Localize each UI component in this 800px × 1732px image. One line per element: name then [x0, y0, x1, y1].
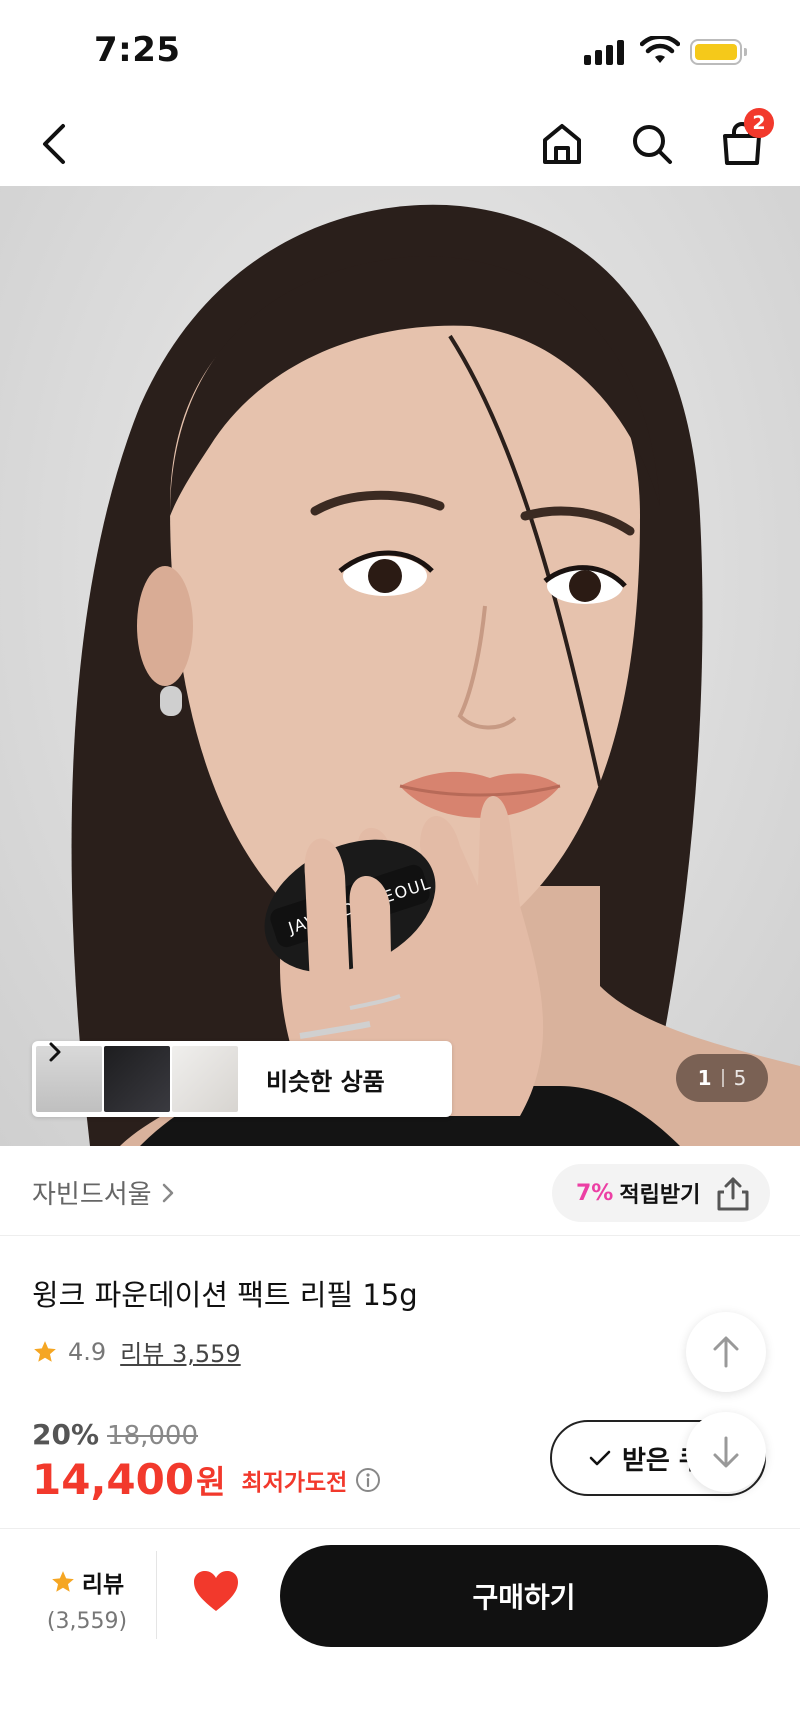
bottom-action-bar: 리뷰 (3,559) 구매하기: [0, 1528, 800, 1732]
chevron-right-icon: [49, 1042, 61, 1062]
similar-products-button[interactable]: 비슷한 상품: [32, 1041, 452, 1117]
battery-icon: [690, 39, 747, 65]
similar-product-thumbnail: [104, 1046, 170, 1112]
wifi-icon: [640, 36, 680, 63]
home-icon: [543, 124, 581, 164]
similar-product-thumbnail: [172, 1046, 238, 1112]
back-button[interactable]: [26, 116, 82, 172]
image-pager: 1 5: [676, 1054, 768, 1102]
review-tab-button[interactable]: 리뷰 (3,559): [32, 1565, 142, 1634]
discount-rate: 20%: [32, 1418, 100, 1451]
review-link[interactable]: 리뷰 3,559: [120, 1334, 241, 1369]
points-label: 적립받기: [619, 1183, 701, 1208]
rating-row: 4.9 리뷰 3,559: [32, 1334, 241, 1369]
brand-link[interactable]: 자빈드서울: [32, 1174, 174, 1211]
original-price: 18,000: [107, 1421, 199, 1451]
divider: [156, 1551, 157, 1639]
status-time: 7:25: [94, 30, 181, 70]
chevron-right-icon: [162, 1183, 173, 1202]
search-button[interactable]: [624, 116, 680, 172]
scroll-to-bottom-button[interactable]: [686, 1412, 766, 1492]
price-block: 20% 18,000 14,400 원 최저가도전: [32, 1418, 381, 1504]
search-icon: [633, 125, 672, 164]
earn-points-button[interactable]: 7% 적립받기: [552, 1164, 770, 1222]
currency-unit: 원: [196, 1462, 226, 1501]
buy-button[interactable]: 구매하기: [280, 1545, 768, 1647]
check-icon: [589, 1450, 611, 1466]
product-photo: JAVIN DE SEOUL: [71, 204, 800, 1146]
points-percent: 7%: [576, 1180, 614, 1206]
review-tab-count: (3,559): [46, 1609, 128, 1634]
nav-bar: 2: [0, 100, 800, 186]
arrow-down-icon: [713, 1436, 739, 1468]
chevron-left-icon: [43, 124, 65, 164]
star-icon: [51, 1571, 74, 1592]
pager-current: 1: [697, 1066, 712, 1090]
cart-button[interactable]: 2: [714, 108, 774, 172]
signal-icon: [584, 40, 624, 65]
product-image-carousel[interactable]: JAVIN DE SEOUL 비슷한 상품 1 5: [0, 186, 800, 1146]
similar-product-thumbnail: [36, 1046, 102, 1112]
star-icon: [34, 1340, 56, 1362]
arrow-up-icon: [713, 1336, 739, 1368]
pager-total: 5: [733, 1066, 747, 1090]
brand-name: 자빈드서울: [32, 1180, 152, 1210]
heart-icon[interactable]: [192, 1569, 240, 1613]
status-bar: 7:25: [0, 0, 800, 100]
scroll-to-top-button[interactable]: [686, 1312, 766, 1392]
rating-value: 4.9: [68, 1337, 107, 1366]
product-title: 윙크 파운데이션 팩트 리필 15g: [32, 1278, 418, 1312]
lowest-price-label: 최저가도전: [241, 1469, 348, 1496]
review-tab-label: 리뷰: [81, 1572, 125, 1598]
similar-products-label: 비슷한 상품: [266, 1067, 385, 1096]
cart-count-badge: 2: [744, 108, 774, 138]
share-icon[interactable]: [716, 1176, 750, 1212]
home-button[interactable]: [534, 116, 590, 172]
info-icon[interactable]: [355, 1467, 381, 1493]
brand-row: 자빈드서울 7% 적립받기: [0, 1146, 800, 1236]
sale-price: 14,400: [32, 1455, 195, 1504]
